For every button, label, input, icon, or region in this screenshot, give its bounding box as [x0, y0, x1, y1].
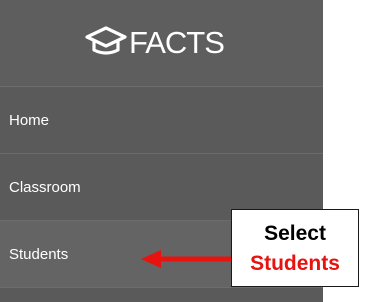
sidebar-item-label: Students: [9, 245, 69, 263]
graduation-cap-icon: [85, 26, 127, 55]
instruction-callout: Select Students: [231, 209, 359, 287]
sidebar-item-label: Home: [9, 111, 50, 129]
sidebar-item-home[interactable]: Home: [0, 87, 323, 153]
callout-text-students: Students: [250, 252, 340, 275]
left-arrow-icon: [141, 250, 232, 268]
logo-area: FACTS: [0, 0, 323, 86]
sidebar-item-next[interactable]: [0, 288, 323, 302]
callout-text-select: Select: [264, 222, 326, 245]
sidebar-item-label: Classroom: [9, 178, 81, 196]
facts-logo[interactable]: FACTS: [84, 22, 225, 62]
brand-name: FACTS: [129, 24, 225, 60]
